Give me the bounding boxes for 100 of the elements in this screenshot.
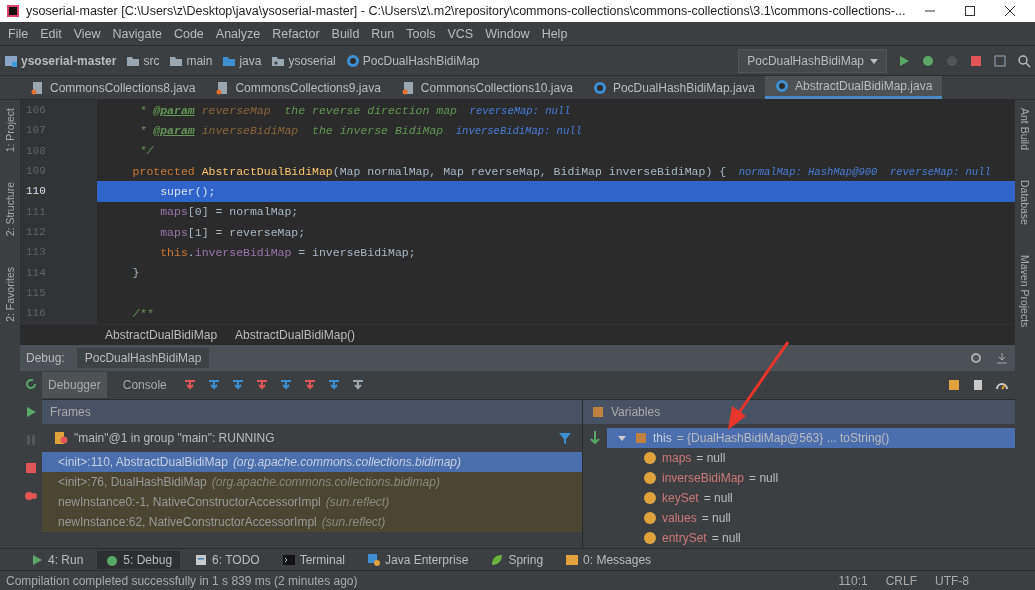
code-line: maps[0] = normalMap; <box>159 205 299 219</box>
tool-window-label[interactable]: Maven Projects <box>1019 255 1031 328</box>
play-icon <box>30 552 44 567</box>
editor-tab[interactable]: CommonsCollections10.java <box>390 76 583 99</box>
menu-item[interactable]: File <box>2 24 35 43</box>
breadcrumb-item[interactable]: AbstractDualBidiMap <box>105 327 218 342</box>
field-icon <box>643 511 657 525</box>
menu-item[interactable]: Help <box>535 24 574 43</box>
debugger-tab[interactable]: Console <box>116 372 173 398</box>
nav-crumb[interactable]: src <box>143 53 160 68</box>
menu-item[interactable]: Refactor <box>266 24 326 43</box>
code-line: */ <box>138 144 154 158</box>
tool-window-tab[interactable]: Java Enterprise <box>359 550 477 569</box>
class-icon <box>592 80 607 95</box>
thread-icon <box>54 431 68 445</box>
class-icon <box>345 53 360 68</box>
variable-row[interactable]: values = null <box>607 508 1015 528</box>
stop-icon[interactable] <box>24 461 38 475</box>
menu-item[interactable]: Edit <box>34 24 68 43</box>
editor-tab[interactable]: PocDualHashBidiMap.java <box>582 76 765 99</box>
terminal-icon <box>281 552 296 567</box>
maximize-icon[interactable] <box>963 4 977 18</box>
search-icon[interactable] <box>1017 53 1031 68</box>
variable-row[interactable]: maps = null <box>607 448 1015 468</box>
thread-selector[interactable]: "main"@1 in group "main": RUNNING <box>74 431 552 445</box>
line-number: 110 <box>26 185 46 198</box>
code-line: } <box>131 266 140 280</box>
menu-item[interactable]: VCS <box>441 24 480 43</box>
editor-tab[interactable]: CommonsCollections9.java <box>205 76 391 99</box>
menu-item[interactable]: Tools <box>400 24 442 43</box>
caret-icon <box>870 56 878 65</box>
java-file-icon <box>400 80 415 95</box>
hide-icon[interactable] <box>995 351 1009 365</box>
menu-item[interactable]: Run <box>365 24 401 43</box>
tool-window-label[interactable]: Ant Build <box>1019 108 1031 151</box>
window-title: ysoserial-master [C:\Users\z\Desktop\java\ysoserial-master] - C:\Users\z\.m2\repository\commons-collections\commons-collections\3.1\commons-collections-... <box>26 4 907 18</box>
code-line: * @param inverseBidiMap the inverse BidiMap inverseBidiMap: null <box>138 124 582 137</box>
status-message: Compilation completed successfully in 1 s 839 ms (2 minutes ago) <box>6 573 359 588</box>
filter-icon[interactable] <box>558 431 572 445</box>
nav-crumb[interactable]: main <box>186 53 213 68</box>
code-line: super(); <box>159 184 216 198</box>
menu-item[interactable]: Analyze <box>209 24 267 43</box>
tool-window-tab[interactable]: 6: TODO <box>186 550 268 569</box>
variable-row[interactable]: entrySet = null <box>607 528 1015 548</box>
stack-frame[interactable]: newInstance:62, NativeConstructorAccessorImpl (sun.reflect) <box>42 512 582 532</box>
nav-crumb[interactable]: java <box>239 53 262 68</box>
stack-frame[interactable]: <init>:110, AbstractDualBidiMap (org.apache.commons.collections.bidimap) <box>42 452 582 472</box>
debugger-tab[interactable]: Debugger <box>42 372 107 398</box>
code-line: protected AbstractDualBidiMap(Map normalMap, Map reverseMap, BidiMap inverseBidiMap) { normalMap: HashMap@900 reverseMap: null <box>131 164 991 178</box>
menu-item[interactable]: Build <box>325 24 366 43</box>
field-icon <box>643 491 657 505</box>
variable-row[interactable]: this = {DualHashBidiMap@563} ... toString() <box>607 428 1015 448</box>
stack-frame[interactable]: newInstance0:-1, NativeConstructorAccessorImpl (sun.reflect) <box>42 492 582 512</box>
app-icon <box>6 4 20 18</box>
menu-item[interactable]: View <box>67 24 107 43</box>
close-icon[interactable] <box>1003 4 1017 18</box>
tool-window-tab[interactable]: 5: Debug <box>97 550 181 569</box>
debug-label: Debug: <box>26 351 65 365</box>
stack-frame[interactable]: <init>:76, DualHashBidiMap (org.apache.commons.collections.bidimap) <box>42 472 582 492</box>
tool-window-tab[interactable]: Spring <box>482 550 552 569</box>
play-icon[interactable] <box>24 405 38 419</box>
stop-icon[interactable] <box>969 53 983 68</box>
nav-crumb[interactable]: ysoserial <box>288 53 336 68</box>
tool-window-label[interactable]: Database <box>1019 180 1031 225</box>
line-separator[interactable]: CRLF <box>885 573 917 588</box>
tool-window-tab[interactable]: Terminal <box>273 550 353 569</box>
leaf-icon <box>490 552 505 567</box>
tool-window-label[interactable]: 1: Project <box>4 108 16 153</box>
cursor-position[interactable]: 110:1 <box>838 573 868 588</box>
nav-crumb[interactable]: ysoserial-master <box>21 53 117 68</box>
java-file-icon <box>30 80 44 95</box>
run-config-dropdown[interactable]: PocDualHashBidiMap <box>738 48 887 73</box>
rerun-icon[interactable] <box>24 377 38 391</box>
menu-item[interactable]: Window <box>479 24 536 43</box>
variables-header: Variables <box>611 405 661 419</box>
tool-window-tab[interactable]: 4: Run <box>22 550 92 569</box>
variable-row[interactable]: inverseBidiMap = null <box>607 468 1015 488</box>
tool-window-label[interactable]: 2: Structure <box>4 182 16 237</box>
tool-window-tab[interactable]: 0: Messages <box>557 550 660 569</box>
variable-row[interactable]: keySet = null <box>607 488 1015 508</box>
nav-crumb[interactable]: PocDualHashBidiMap <box>362 53 480 68</box>
menu-item[interactable]: Navigate <box>106 24 168 43</box>
code-line: maps[1] = reverseMap; <box>159 225 306 239</box>
encoding[interactable]: UTF-8 <box>935 573 969 588</box>
code-line: /** <box>131 306 154 320</box>
editor-tab[interactable]: AbstractDualBidiMap.java <box>764 76 943 99</box>
field-icon <box>643 531 657 545</box>
tool-window-label[interactable]: 2: Favorites <box>4 266 16 322</box>
frames-header: Frames <box>42 400 582 424</box>
step-icon[interactable] <box>588 430 602 444</box>
breadcrumb-item[interactable]: AbstractDualBidiMap() <box>235 327 356 342</box>
field-icon <box>643 451 657 465</box>
editor-tab[interactable]: CommonsCollections8.java <box>20 76 206 99</box>
class-icon <box>774 79 789 93</box>
debug-session-tab[interactable]: PocDualHashBidiMap <box>76 348 210 368</box>
play-icon[interactable] <box>897 53 911 68</box>
menu-item[interactable]: Code <box>167 24 210 43</box>
code-line: * @param reverseMap the reverse direction map reverseMap: null <box>138 103 571 117</box>
settings-icon[interactable] <box>969 351 983 365</box>
field-icon <box>643 471 657 485</box>
